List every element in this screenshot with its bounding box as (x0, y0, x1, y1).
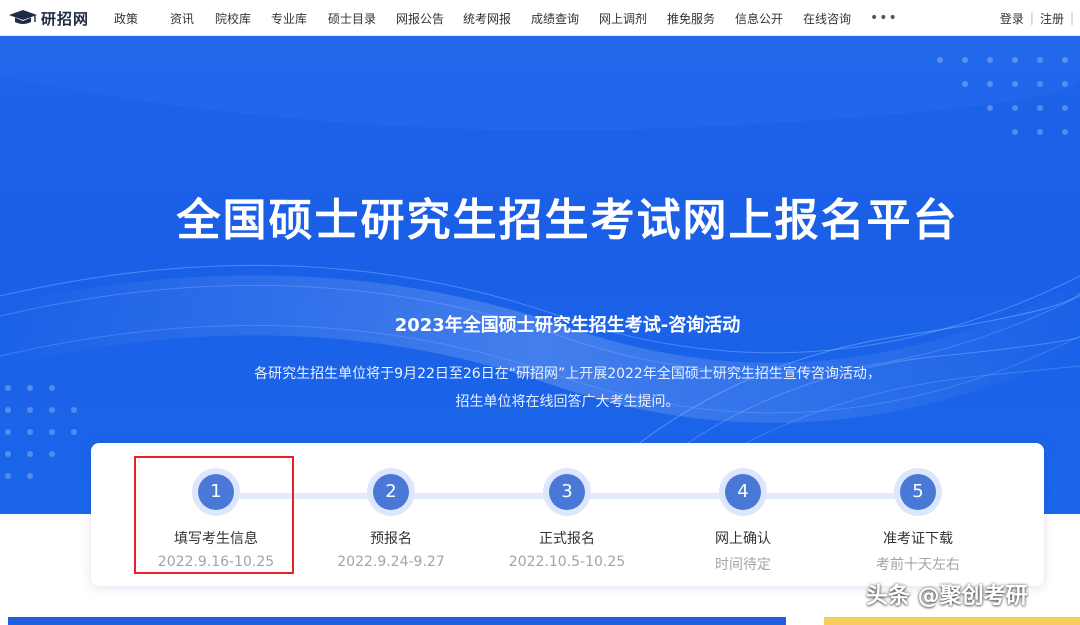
site-logo[interactable]: 研招网 (8, 6, 89, 30)
watermark-text: 头条 @聚创考研 (866, 584, 1028, 609)
nav-item-majors[interactable]: 专业库 (271, 10, 328, 27)
auth-links: 登录 | 注册 | (1000, 0, 1080, 36)
step-number: 3 (549, 474, 585, 510)
nav-item-news[interactable]: 资讯 (170, 10, 215, 27)
step-number: 2 (373, 474, 409, 510)
hero-description-line-2: 招生单位将在线回答广大考生提问。 (455, 394, 680, 410)
graduation-cap-icon (9, 10, 37, 24)
step-number: 5 (900, 474, 936, 510)
step-circle-ring: 5 (894, 468, 942, 516)
step-4[interactable]: 4 网上确认 时间待定 (658, 468, 828, 574)
step-date: 2022.9.24-9.27 (337, 554, 445, 570)
step-3[interactable]: 3 正式报名 2022.10.5-10.25 (482, 468, 652, 570)
logo-text: 研招网 (41, 9, 90, 28)
hero-title: 全国硕士研究生招生考试网上报名平台 (176, 195, 959, 246)
auth-divider: | (1029, 11, 1034, 25)
register-link[interactable]: 注册 (1040, 10, 1064, 27)
hero-description: 各研究生招生单位将于9月22日至26日在“研招网”上开展2022年全国硕士研究生… (0, 360, 1080, 416)
step-5[interactable]: 5 准考证下载 考前十天左右 (833, 468, 1003, 574)
step-date: 考前十天左右 (876, 557, 960, 573)
step-name: 预报名 (370, 531, 412, 547)
step-circle-ring: 2 (367, 468, 415, 516)
step-date: 时间待定 (715, 557, 771, 573)
main-nav: 政策 资讯 院校库 专业库 硕士目录 网报公告 统考网报 成绩查询 网上调剂 推… (114, 0, 863, 36)
bottom-banner-right (824, 617, 1080, 625)
auth-divider-2: | (1069, 11, 1074, 25)
nav-item-exemption-service[interactable]: 推免服务 (667, 10, 735, 27)
nav-item-schools[interactable]: 院校库 (215, 10, 271, 27)
step-date: 2022.10.5-10.25 (508, 554, 626, 570)
step-circle-ring: 4 (719, 468, 767, 516)
nav-item-unified-registration[interactable]: 统考网报 (463, 10, 531, 27)
step-circle-ring: 3 (543, 468, 591, 516)
hero-description-line-1: 各研究生招生单位将于9月22日至26日在“研招网”上开展2022年全国硕士研究生… (254, 366, 881, 382)
bottom-banner-left (8, 617, 786, 625)
hero-subtitle[interactable]: 2023年全国硕士研究生招生考试-咨询活动 (0, 311, 1080, 337)
nav-item-info-disclosure[interactable]: 信息公开 (735, 10, 803, 27)
step-name: 网上确认 (715, 531, 771, 547)
nav-item-score-query[interactable]: 成绩查询 (531, 10, 599, 27)
nav-item-registration-notice[interactable]: 网报公告 (396, 10, 463, 27)
step-2[interactable]: 2 预报名 2022.9.24-9.27 (306, 468, 476, 570)
step-name: 准考证下载 (883, 531, 953, 547)
step-number: 4 (725, 474, 761, 510)
nav-item-online-consult[interactable]: 在线咨询 (803, 10, 863, 27)
top-nav-bar: 研招网 政策 资讯 院校库 专业库 硕士目录 网报公告 统考网报 成绩查询 网上… (0, 0, 1080, 36)
login-link[interactable]: 登录 (1000, 10, 1024, 27)
more-menu-icon[interactable]: ••• (870, 10, 898, 26)
nav-item-online-adjustment[interactable]: 网上调剂 (599, 10, 667, 27)
nav-item-policy[interactable]: 政策 (114, 10, 170, 27)
nav-item-master-catalog[interactable]: 硕士目录 (328, 10, 396, 27)
step-1-highlight-box (134, 456, 294, 574)
step-name: 正式报名 (539, 531, 595, 547)
